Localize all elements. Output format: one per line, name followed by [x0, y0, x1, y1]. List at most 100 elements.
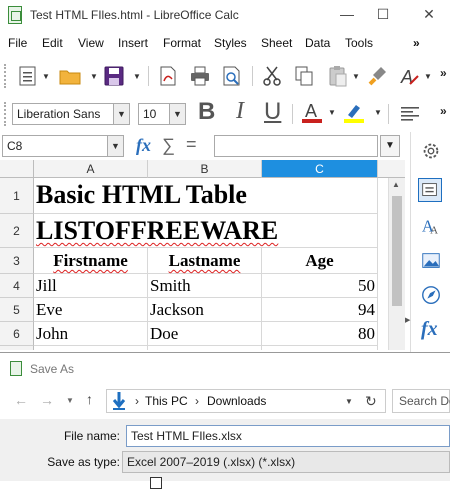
- cell-a6[interactable]: John: [34, 322, 148, 346]
- font-name-combo[interactable]: Liberation Sans ▼: [12, 103, 130, 125]
- close-button[interactable]: ✕: [418, 4, 440, 24]
- address-bar[interactable]: › This PC › Downloads ▼ ↻: [106, 389, 386, 413]
- cell-c2[interactable]: [262, 214, 378, 248]
- bold-button[interactable]: B: [198, 98, 215, 126]
- row-header-4[interactable]: 4: [0, 274, 34, 298]
- breadcrumb-chevron-icon[interactable]: ›: [135, 394, 139, 408]
- cell-a5[interactable]: Eve: [34, 298, 148, 322]
- back-arrow-icon[interactable]: ←: [14, 392, 28, 408]
- new-document-icon[interactable]: [16, 64, 40, 88]
- align-left-icon[interactable]: [398, 102, 422, 126]
- refresh-icon[interactable]: ↻: [365, 393, 377, 410]
- menu-format[interactable]: Format: [163, 36, 201, 50]
- recent-locations-icon[interactable]: ▼: [66, 396, 74, 405]
- cell-c5[interactable]: 94: [262, 298, 378, 322]
- cell-b4[interactable]: Smith: [148, 274, 262, 298]
- print-preview-icon[interactable]: [220, 64, 244, 88]
- highlight-color-icon[interactable]: [342, 100, 366, 124]
- clear-formatting-icon[interactable]: A: [398, 64, 422, 88]
- font-color-icon[interactable]: A: [300, 100, 324, 124]
- save-dropdown-icon[interactable]: ▼: [133, 72, 141, 81]
- cell-c1[interactable]: [262, 178, 378, 214]
- cell-c7[interactable]: [262, 346, 378, 350]
- maximize-button[interactable]: ☐: [372, 4, 394, 24]
- italic-button[interactable]: I: [236, 98, 244, 125]
- font-size-combo[interactable]: 10 ▼: [138, 103, 186, 125]
- cell-a4[interactable]: Jill: [34, 274, 148, 298]
- sidebar-collapse-icon[interactable]: ▶: [405, 316, 411, 330]
- address-dropdown-icon[interactable]: ▼: [345, 397, 353, 406]
- menu-sheet[interactable]: Sheet: [261, 36, 292, 50]
- scrollbar-thumb[interactable]: [392, 196, 402, 306]
- select-all-corner[interactable]: [0, 160, 34, 178]
- formula-input[interactable]: [214, 135, 378, 157]
- row-header-3[interactable]: 3: [0, 248, 34, 274]
- underline-button[interactable]: U: [264, 98, 281, 126]
- row-header-2[interactable]: 2: [0, 214, 34, 248]
- scroll-up-icon[interactable]: ▲: [392, 180, 402, 190]
- cell-c4[interactable]: 50: [262, 274, 378, 298]
- cell-b3[interactable]: Lastname: [148, 248, 262, 274]
- expand-formula-button[interactable]: ▼: [380, 135, 400, 157]
- function-wizard-icon[interactable]: fx: [136, 135, 151, 156]
- breadcrumb-downloads[interactable]: Downloads: [207, 394, 266, 408]
- clone-formatting-icon[interactable]: [366, 64, 390, 88]
- toolbar-grip[interactable]: [4, 102, 7, 126]
- toolbar-overflow-button[interactable]: »: [440, 104, 447, 118]
- forward-arrow-icon[interactable]: →: [40, 392, 54, 408]
- toolbar-grip[interactable]: [4, 64, 7, 88]
- up-arrow-icon[interactable]: ↑: [86, 391, 93, 407]
- breadcrumb-chevron-icon[interactable]: ›: [195, 394, 199, 408]
- highlight-dropdown-icon[interactable]: ▼: [374, 108, 382, 117]
- row-header-7[interactable]: [0, 346, 34, 350]
- chevron-down-icon[interactable]: ▼: [113, 104, 129, 124]
- copy-icon[interactable]: [292, 64, 316, 88]
- print-icon[interactable]: [188, 64, 212, 88]
- minimize-button[interactable]: —: [336, 4, 358, 24]
- navigator-icon[interactable]: [420, 284, 444, 308]
- checkbox[interactable]: [150, 477, 162, 489]
- open-folder-icon[interactable]: [58, 64, 82, 88]
- column-header-a[interactable]: A: [34, 160, 148, 178]
- paste-icon[interactable]: [326, 64, 350, 88]
- cell-a3[interactable]: Firstname: [34, 248, 148, 274]
- search-input[interactable]: Search Do: [392, 389, 450, 413]
- row-header-5[interactable]: 5: [0, 298, 34, 322]
- column-header-b[interactable]: B: [148, 160, 262, 178]
- menu-styles[interactable]: Styles: [214, 36, 247, 50]
- formula-icon[interactable]: =: [186, 134, 197, 155]
- menu-overflow[interactable]: »: [413, 36, 420, 50]
- menu-view[interactable]: View: [78, 36, 104, 50]
- gallery-icon[interactable]: [420, 250, 444, 274]
- chevron-down-icon[interactable]: ▼: [169, 104, 185, 124]
- menu-edit[interactable]: Edit: [42, 36, 63, 50]
- row-header-1[interactable]: 1: [0, 178, 34, 214]
- row-header-6[interactable]: 6: [0, 322, 34, 346]
- gear-icon[interactable]: [420, 140, 444, 164]
- cell-b6[interactable]: Doe: [148, 322, 262, 346]
- font-color-dropdown-icon[interactable]: ▼: [328, 108, 336, 117]
- chevron-down-icon[interactable]: ▼: [107, 136, 123, 156]
- toolbar-overflow-button[interactable]: »: [440, 66, 447, 80]
- paste-dropdown-icon[interactable]: ▼: [352, 72, 360, 81]
- cell-c6[interactable]: 80: [262, 322, 378, 346]
- name-box[interactable]: C8 ▼: [2, 135, 124, 157]
- menu-file[interactable]: File: [8, 36, 27, 50]
- vertical-scrollbar[interactable]: ▲: [388, 178, 405, 350]
- column-header-c[interactable]: C: [262, 160, 378, 178]
- functions-icon[interactable]: fx: [421, 318, 438, 341]
- clear-dropdown-icon[interactable]: ▼: [424, 72, 432, 81]
- cell-b7[interactable]: [148, 346, 262, 350]
- properties-icon[interactable]: [418, 178, 442, 202]
- sum-icon[interactable]: ∑: [162, 135, 175, 156]
- cell-a7[interactable]: [34, 346, 148, 350]
- menu-tools[interactable]: Tools: [345, 36, 373, 50]
- open-dropdown-icon[interactable]: ▼: [90, 72, 98, 81]
- file-name-field[interactable]: Test HTML FIles.xlsx: [126, 425, 450, 447]
- breadcrumb-this-pc[interactable]: This PC: [145, 394, 188, 408]
- menu-data[interactable]: Data: [305, 36, 330, 50]
- styles-icon[interactable]: AA: [420, 214, 444, 238]
- save-as-type-select[interactable]: Excel 2007–2019 (.xlsx) (*.xlsx): [122, 451, 450, 473]
- column-header-d[interactable]: [378, 160, 405, 178]
- cut-icon[interactable]: [260, 64, 284, 88]
